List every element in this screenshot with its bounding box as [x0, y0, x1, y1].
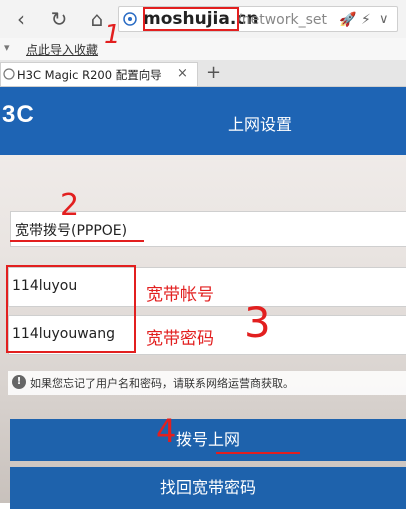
h3c-logo: 3C [2, 101, 35, 128]
annotation-step-3: 3 [244, 298, 271, 347]
globe-icon [123, 12, 137, 26]
tab-strip: H3C Magic R200 配置向导 × + [0, 60, 406, 87]
chevron-down-icon[interactable]: ∨ [379, 10, 389, 30]
bookmarks-bar: ▾ 点此导入收藏 [0, 38, 406, 60]
help-notice: ! 如果您忘记了用户名和密码，请联系网络运营商获取。 [8, 371, 406, 395]
tab-config-wizard[interactable]: H3C Magic R200 配置向导 × [0, 62, 198, 86]
bolt-icon[interactable]: ⚡ [361, 10, 371, 30]
annotation-step-4: 4 [156, 412, 177, 450]
annotation-dial-underline [216, 452, 300, 454]
tab-title: H3C Magic R200 配置向导 [17, 68, 162, 82]
annotation-step-2: 2 [60, 188, 80, 223]
url-path: /network_set [237, 12, 327, 28]
annotation-password-label: 宽带密码 [146, 329, 214, 349]
favicon-icon [3, 68, 15, 80]
page-title: 上网设置 [228, 115, 293, 134]
annotation-username-label: 宽带帐号 [146, 285, 214, 305]
rocket-icon[interactable]: 🚀 [339, 10, 356, 30]
close-icon[interactable]: × [177, 66, 188, 81]
annotation-credentials-highlight [6, 265, 136, 353]
annotation-url-highlight [143, 7, 239, 31]
info-icon: ! [12, 375, 26, 389]
annotation-mode-underline [10, 240, 144, 242]
new-tab-button[interactable]: + [206, 62, 221, 83]
dial-connect-button[interactable]: 拨号上网 [10, 419, 406, 461]
annotation-step-1: 1 [104, 20, 121, 50]
notice-text: 如果您忘记了用户名和密码，请联系网络运营商获取。 [30, 377, 294, 390]
refresh-icon[interactable]: ↻ [46, 6, 72, 32]
connection-mode-value: 宽带拨号(PPPOE) [15, 223, 128, 239]
back-icon[interactable]: ‹ [8, 6, 34, 32]
page-header: 3C 上网设置 [0, 87, 406, 155]
import-bookmarks-link[interactable]: 点此导入收藏 [26, 41, 98, 58]
bookmarks-chevron-icon[interactable]: ▾ [4, 41, 10, 54]
